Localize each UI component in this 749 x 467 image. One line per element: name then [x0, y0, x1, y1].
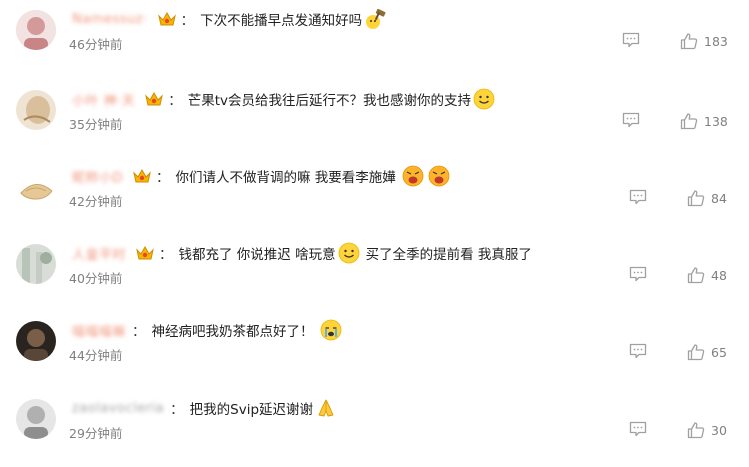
- comment-item: 人皇平时 ： 钱都充了 你说推迟 啥玩意 买了全季的提前看 我真服了 40分钟前: [0, 234, 749, 311]
- username[interactable]: 昵称小D: [72, 167, 123, 186]
- vip-crown-icon: [145, 91, 164, 106]
- separator-colon: ：: [132, 324, 146, 340]
- timestamp: 29分钟前: [69, 426, 123, 441]
- comment-line: Namessuz· ： 下次不能播早点发通知好吗: [72, 6, 388, 32]
- like-button[interactable]: 65: [687, 343, 727, 361]
- comment-line: 人皇平时 ： 钱都充了 你说推迟 啥玩意 买了全季的提前看 我真服了: [72, 240, 532, 266]
- separator-colon: ：: [156, 170, 170, 186]
- avatar[interactable]: [16, 321, 56, 361]
- separator-colon: ：: [159, 247, 173, 263]
- like-button[interactable]: 84: [687, 189, 727, 207]
- like-count: 48: [711, 267, 727, 283]
- comment-text: 买了全季的提前看 我真服了: [365, 247, 532, 263]
- thumbs-up-icon: [687, 344, 705, 361]
- reply-icon[interactable]: [622, 112, 640, 128]
- crying-emoji-icon: [320, 319, 341, 341]
- comment-text: 下次不能播早点发通知好吗: [200, 13, 363, 29]
- like-count: 84: [711, 190, 727, 206]
- smile-emoji-icon: [473, 88, 495, 110]
- comment-text: 芒果tv会员给我往后延行不？我也感谢你的支持: [187, 93, 472, 109]
- username[interactable]: zaolavocleria: [72, 401, 164, 416]
- comment-item: 昵称小D ： 你们请人不做背调的嘛 我要看李施嬅 42分钟前 84: [0, 157, 749, 234]
- thumbs-up-icon: [687, 190, 705, 207]
- like-count: 183: [704, 33, 728, 49]
- timestamp: 40分钟前: [69, 271, 123, 286]
- timestamp: 42分钟前: [69, 194, 123, 209]
- comment-item: 喵喵喵嘛 ： 神经病吧我奶茶都点好了！ 44分钟前 65: [0, 311, 749, 388]
- angry-emoji-icon: [428, 165, 450, 187]
- like-count: 65: [711, 344, 727, 360]
- reply-icon[interactable]: [629, 421, 647, 437]
- comment-text: 把我的Svip延迟谢谢: [189, 402, 314, 418]
- thumbs-up-icon: [680, 33, 698, 50]
- reply-icon[interactable]: [629, 266, 647, 282]
- avatar[interactable]: [16, 399, 56, 439]
- comment-text: 你们请人不做背调的嘛 我要看李施嬅: [175, 170, 396, 186]
- comment-line: 小叶 神·天 ： 芒果tv会员给我往后延行不？我也感谢你的支持: [72, 86, 497, 112]
- hammer-emoji-icon: [366, 8, 386, 29]
- avatar[interactable]: [16, 10, 56, 50]
- comment-item: zaolavocleria ： 把我的Svip延迟谢谢 29分钟前 30: [0, 389, 749, 466]
- comment-text: 钱都充了 你说推迟 啥玩意: [178, 247, 336, 263]
- comment-item: Namessuz· ： 下次不能播早点发通知好吗 46分钟前 183: [0, 0, 749, 77]
- thumbs-up-icon: [687, 267, 705, 284]
- avatar[interactable]: [16, 244, 56, 284]
- comment-line: zaolavocleria ： 把我的Svip延迟谢谢: [72, 395, 339, 421]
- smile-emoji-icon: [338, 242, 360, 264]
- separator-colon: ：: [180, 13, 195, 29]
- comment-text: 神经病吧我奶茶都点好了！: [151, 324, 314, 340]
- timestamp: 46分钟前: [69, 37, 123, 52]
- like-count: 30: [711, 422, 727, 438]
- username[interactable]: 喵喵喵嘛: [72, 321, 126, 340]
- vip-crown-icon: [136, 245, 154, 260]
- thumbs-up-icon: [680, 113, 698, 130]
- comment-feed: Namessuz· ： 下次不能播早点发通知好吗 46分钟前 183 小叶 神·…: [0, 0, 749, 467]
- thumbs-up-icon: [687, 422, 705, 439]
- reply-icon[interactable]: [629, 343, 647, 359]
- username[interactable]: Namessuz·: [72, 12, 148, 27]
- comment-item: 小叶 神·天 ： 芒果tv会员给我往后延行不？我也感谢你的支持 35分钟前 13…: [0, 80, 749, 157]
- like-button[interactable]: 48: [687, 266, 727, 284]
- avatar[interactable]: [16, 167, 56, 207]
- vip-crown-icon: [157, 11, 176, 26]
- reply-icon[interactable]: [629, 189, 647, 205]
- separator-colon: ：: [168, 93, 182, 109]
- reply-icon[interactable]: [622, 32, 640, 48]
- pray-emoji-icon: [318, 399, 334, 417]
- avatar[interactable]: [16, 90, 56, 130]
- timestamp: 35分钟前: [69, 117, 123, 132]
- angry-emoji-icon: [402, 165, 424, 187]
- username[interactable]: 人皇平时: [72, 244, 126, 263]
- comment-line: 喵喵喵嘛 ： 神经病吧我奶茶都点好了！: [72, 317, 344, 343]
- comment-line: 昵称小D ： 你们请人不做背调的嘛 我要看李施嬅: [72, 163, 452, 189]
- vip-crown-icon: [133, 168, 151, 183]
- like-button[interactable]: 30: [687, 421, 727, 439]
- timestamp: 44分钟前: [69, 348, 123, 363]
- like-count: 138: [704, 113, 728, 129]
- username[interactable]: 小叶 神·天: [72, 90, 135, 109]
- like-button[interactable]: 138: [680, 112, 728, 130]
- like-button[interactable]: 183: [680, 32, 728, 50]
- separator-colon: ：: [170, 402, 184, 418]
